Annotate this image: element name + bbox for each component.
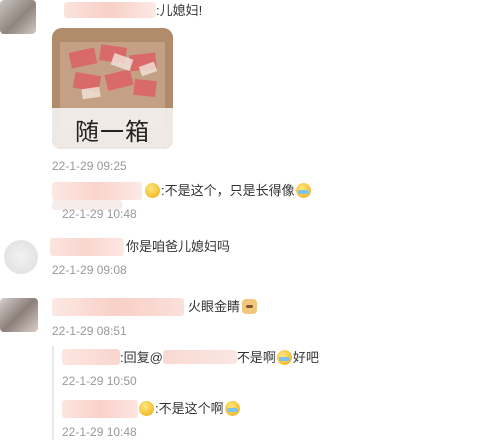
cry-laugh-emoji-icon [224, 401, 240, 416]
username-blurred[interactable] [62, 349, 120, 365]
badge-emoji-icon [145, 183, 160, 198]
timestamp: 22-1-29 09:25 [52, 159, 127, 173]
doge-emoji-icon [242, 299, 258, 314]
avatar[interactable] [0, 0, 36, 34]
timestamp: 22-1-29 08:51 [52, 324, 127, 338]
username-blurred[interactable] [52, 298, 184, 316]
comment-image[interactable]: 随一箱 [52, 28, 173, 149]
comment-text: 火眼金睛 [188, 298, 258, 316]
reply-text: :回复@ 不是啊 好吧 [120, 350, 319, 365]
username-blurred[interactable] [52, 182, 142, 200]
username-blurred[interactable] [64, 2, 156, 18]
username-blurred[interactable] [50, 238, 124, 256]
mention-blurred[interactable] [162, 350, 237, 364]
timestamp: 22-1-29 10:48 [62, 425, 137, 439]
avatar[interactable] [4, 240, 38, 274]
avatar[interactable] [0, 298, 38, 332]
timestamp: 22-1-29 10:50 [62, 374, 137, 388]
badge-emoji-icon [139, 401, 154, 416]
timestamp: 22-1-29 10:48 [62, 207, 137, 221]
cry-laugh-emoji-icon [276, 350, 292, 365]
comment-text: :不是这个，只是长得像 [144, 182, 312, 200]
comment-text: 你是咱爸儿媳妇吗 [126, 239, 231, 254]
comment-text: :儿媳妇! [156, 3, 203, 18]
reply-text: :不是这个啊 [138, 400, 241, 418]
timestamp: 22-1-29 09:08 [52, 263, 127, 277]
reply-divider [52, 346, 54, 440]
cry-laugh-emoji-icon [295, 183, 311, 198]
image-caption: 随一箱 [75, 118, 150, 146]
username-blurred[interactable] [62, 400, 138, 418]
